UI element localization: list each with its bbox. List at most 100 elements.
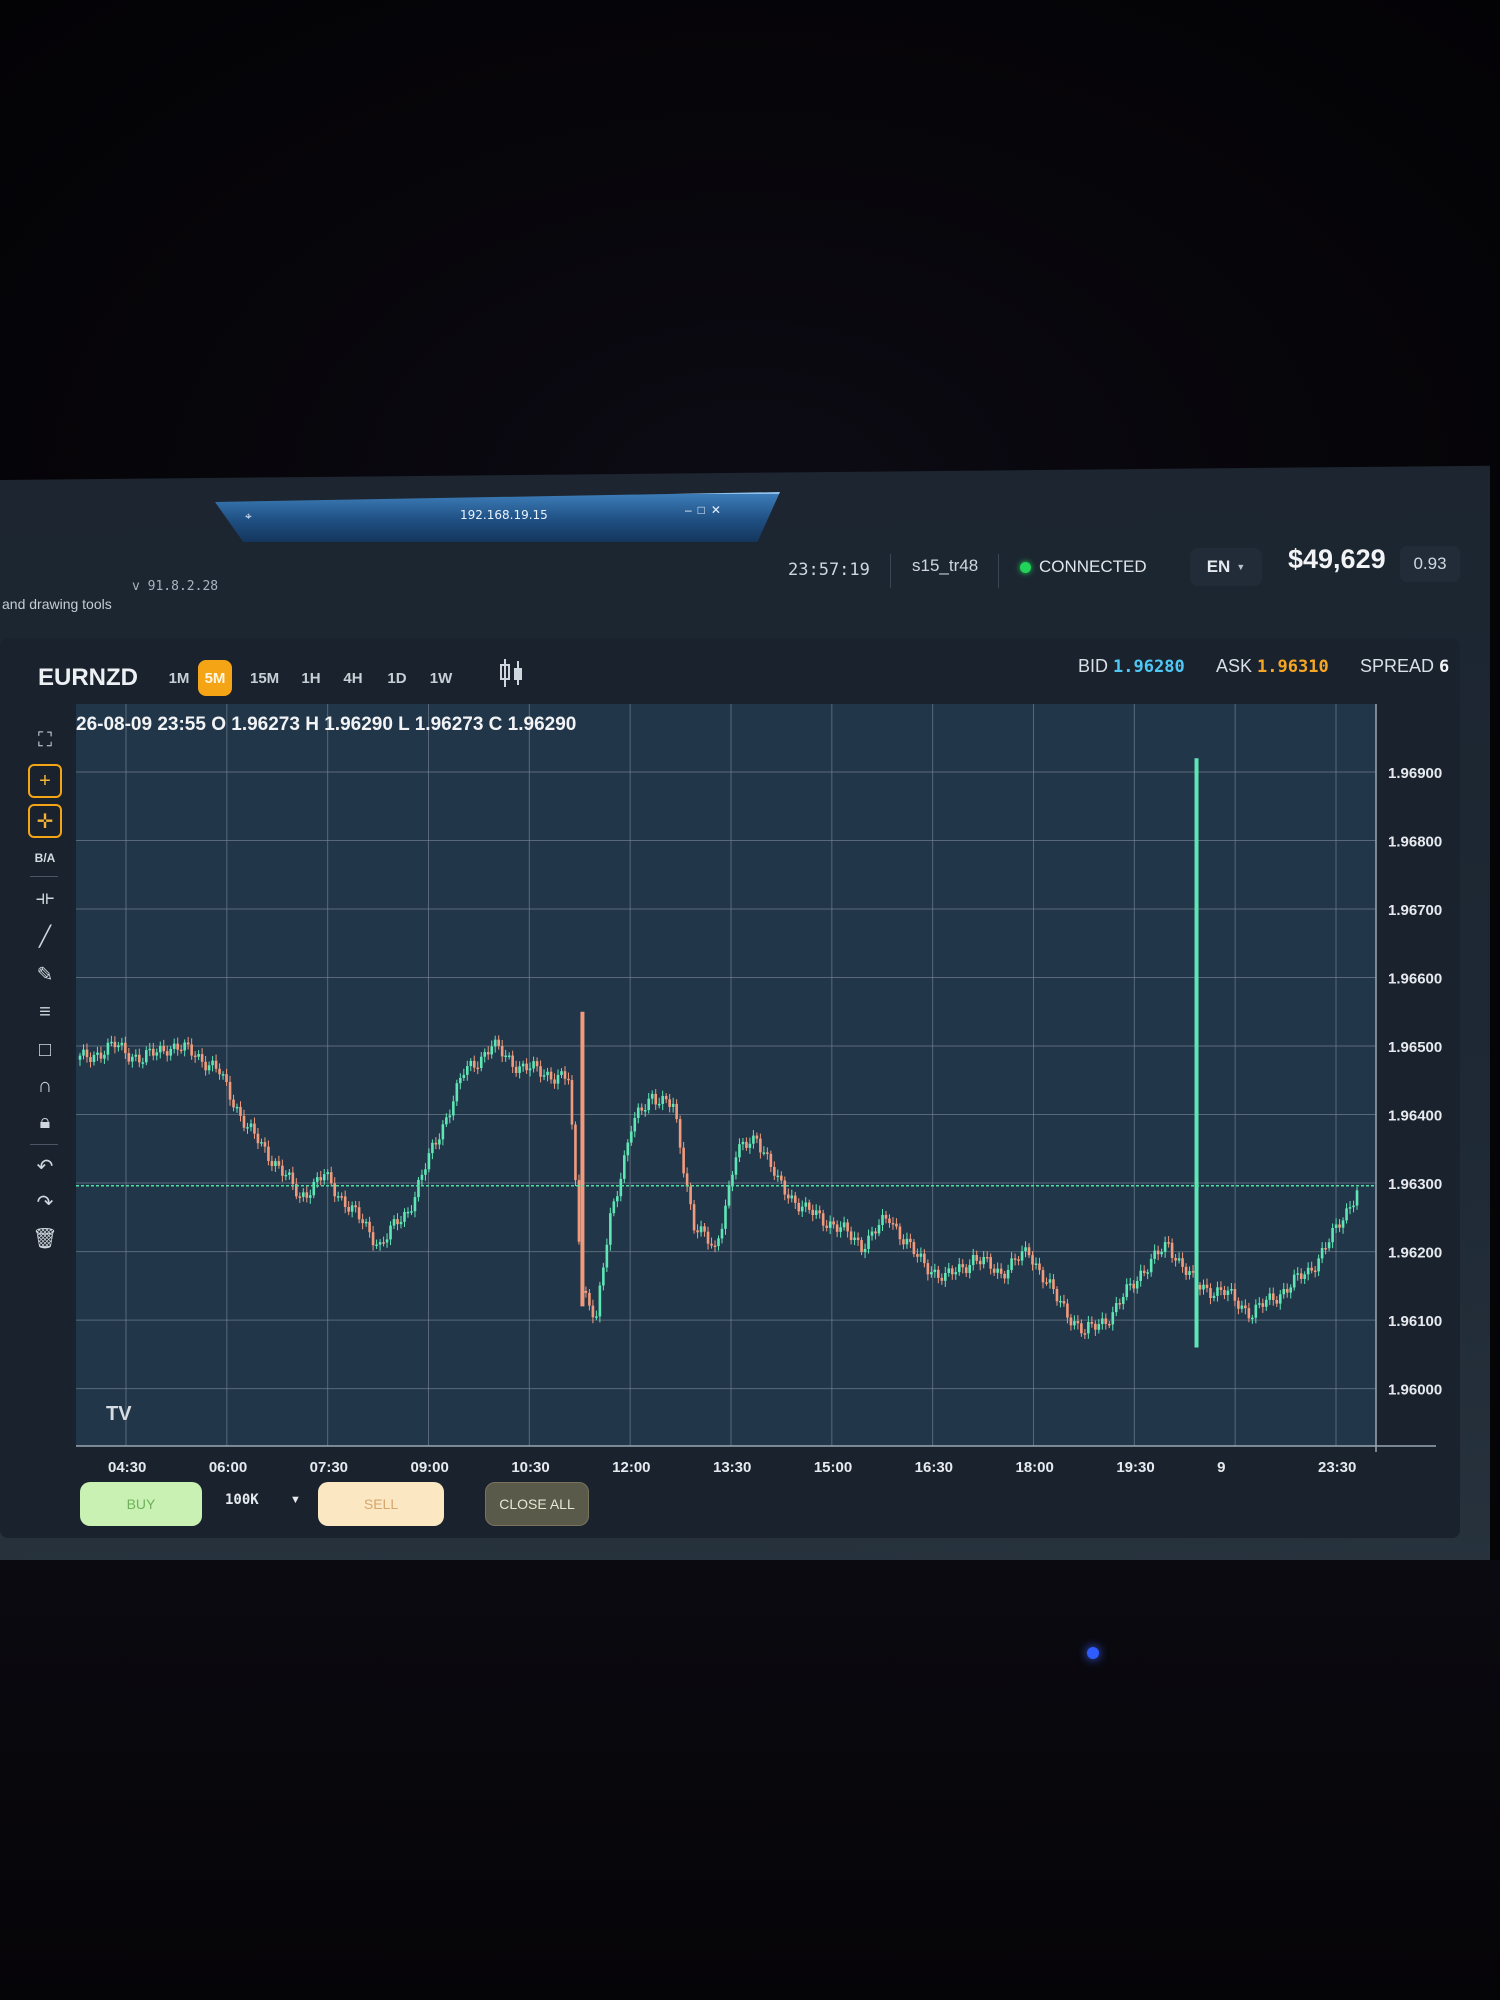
ohlc-readout: 26-08-09 23:55 O 1.96273 H 1.96290 L 1.9… [76,714,576,735]
candle-body [483,1052,487,1057]
candle-body [504,1055,507,1058]
candle-body [110,1041,113,1044]
candle-body [399,1221,403,1225]
bid-ask-toggle[interactable]: B/A [28,842,62,874]
candle-body [85,1049,89,1058]
candle-body [176,1043,179,1050]
candle-body [1341,1220,1345,1228]
symbol-label[interactable]: EURNZD [38,664,138,692]
candle-body [696,1230,699,1233]
candle-body [773,1166,776,1176]
candle-body [193,1055,197,1058]
pencil-icon[interactable]: ✎ [28,958,62,990]
candle-body [975,1254,979,1261]
candlestick-type-icon[interactable] [496,656,528,690]
rectangle-icon[interactable]: □ [28,1034,62,1066]
candle-body [1087,1322,1090,1334]
candle-body [204,1061,207,1071]
timeframe-15m[interactable]: 15M [246,660,283,696]
candle-body [221,1074,225,1076]
candle-body [525,1063,528,1071]
candle-body [493,1039,497,1047]
candle-body [776,1175,780,1178]
candle-body [1177,1258,1181,1261]
window-controls[interactable]: –□✕ [685,503,727,517]
candle-body [664,1095,668,1100]
timeframe-1d[interactable]: 1D [380,660,414,696]
candle-body [406,1211,410,1214]
candle-body [1017,1259,1020,1261]
candle-body [821,1213,825,1226]
candle-body [1230,1288,1233,1291]
price-tick-label: 1.96500 [1388,1039,1442,1056]
measure-icon[interactable]: ⟛ [28,882,62,914]
sell-button[interactable]: SELL [318,1482,444,1526]
candle-body [1188,1271,1191,1275]
candle-body [1135,1280,1139,1289]
separator [890,554,891,588]
candle-body [1202,1284,1205,1290]
candle-body [1114,1303,1118,1313]
candle-body [214,1060,218,1069]
move-icon[interactable]: ✛ [28,804,62,838]
candle-body [748,1143,752,1148]
candle-body [867,1235,870,1249]
candle-body [267,1146,270,1161]
magnet-icon[interactable]: ∩ [28,1070,62,1102]
candle-body [1003,1273,1006,1279]
candle-body [1278,1294,1282,1304]
pin-icon[interactable]: ⌖ [245,509,252,524]
lock-icon[interactable]: 🔒︎ [28,1106,62,1138]
candle-body [706,1231,710,1244]
crosshair-icon[interactable]: + [28,764,62,798]
candle-body [1125,1284,1129,1297]
timeframe-4h[interactable]: 4H [336,660,370,696]
close-all-button[interactable]: CLOSE ALL [485,1482,589,1526]
timeframe-1m[interactable]: 1M [162,660,196,696]
candle-body [633,1118,637,1132]
candle-body [832,1221,835,1225]
candle-body [675,1103,678,1120]
candle-body [602,1267,605,1286]
language-select[interactable]: EN ▼ [1190,548,1262,586]
timeframe-1h[interactable]: 1H [294,660,328,696]
candle-body [650,1093,654,1099]
order-size[interactable]: 100K [225,1492,259,1508]
candle-body [361,1219,364,1224]
undo-icon[interactable]: ↶ [28,1150,62,1182]
redo-icon[interactable]: ↷ [28,1186,62,1218]
chevron-down-icon[interactable]: ▼ [290,1494,301,1506]
candle-body [158,1045,162,1053]
buy-button[interactable]: BUY [80,1482,202,1526]
candle-body [1055,1289,1059,1302]
candle-body [249,1123,253,1128]
candle-body [1160,1251,1163,1255]
timeframe-5m[interactable]: 5M [198,660,232,696]
ask-quote: ASK 1.96310 [1216,656,1329,677]
candle-body [1282,1288,1286,1295]
trash-icon[interactable]: 🗑︎ [28,1222,62,1254]
candle-body [584,1290,588,1293]
horizontal-lines-icon[interactable]: ≡ [28,996,62,1028]
candle-body [431,1142,434,1154]
candle-body [1334,1224,1338,1228]
candle-body [371,1232,375,1246]
candle-body [556,1074,560,1084]
candle-body [985,1257,989,1259]
candle-body [410,1211,413,1213]
candle-body [1121,1296,1125,1304]
fullscreen-icon[interactable]: ⛶ [28,724,62,756]
price-chart[interactable]: 1.96900 1.96800 1.96700 1.96600 1.96500 1.964… [76,704,1448,1484]
candle-body [1104,1318,1108,1324]
candle-body [127,1053,131,1062]
status-dot-icon [1020,561,1031,573]
candle-body [120,1042,124,1046]
separator [998,554,999,588]
candle-body [689,1186,692,1205]
timeframe-1w[interactable]: 1W [424,660,458,696]
candle-body [640,1107,644,1111]
order-bar: BUY 100K ▼ SELL CLOSE ALL [0,1472,1500,1542]
separator [30,876,58,877]
candle-body [1013,1258,1017,1260]
trendline-icon[interactable]: ╱ [28,920,62,952]
